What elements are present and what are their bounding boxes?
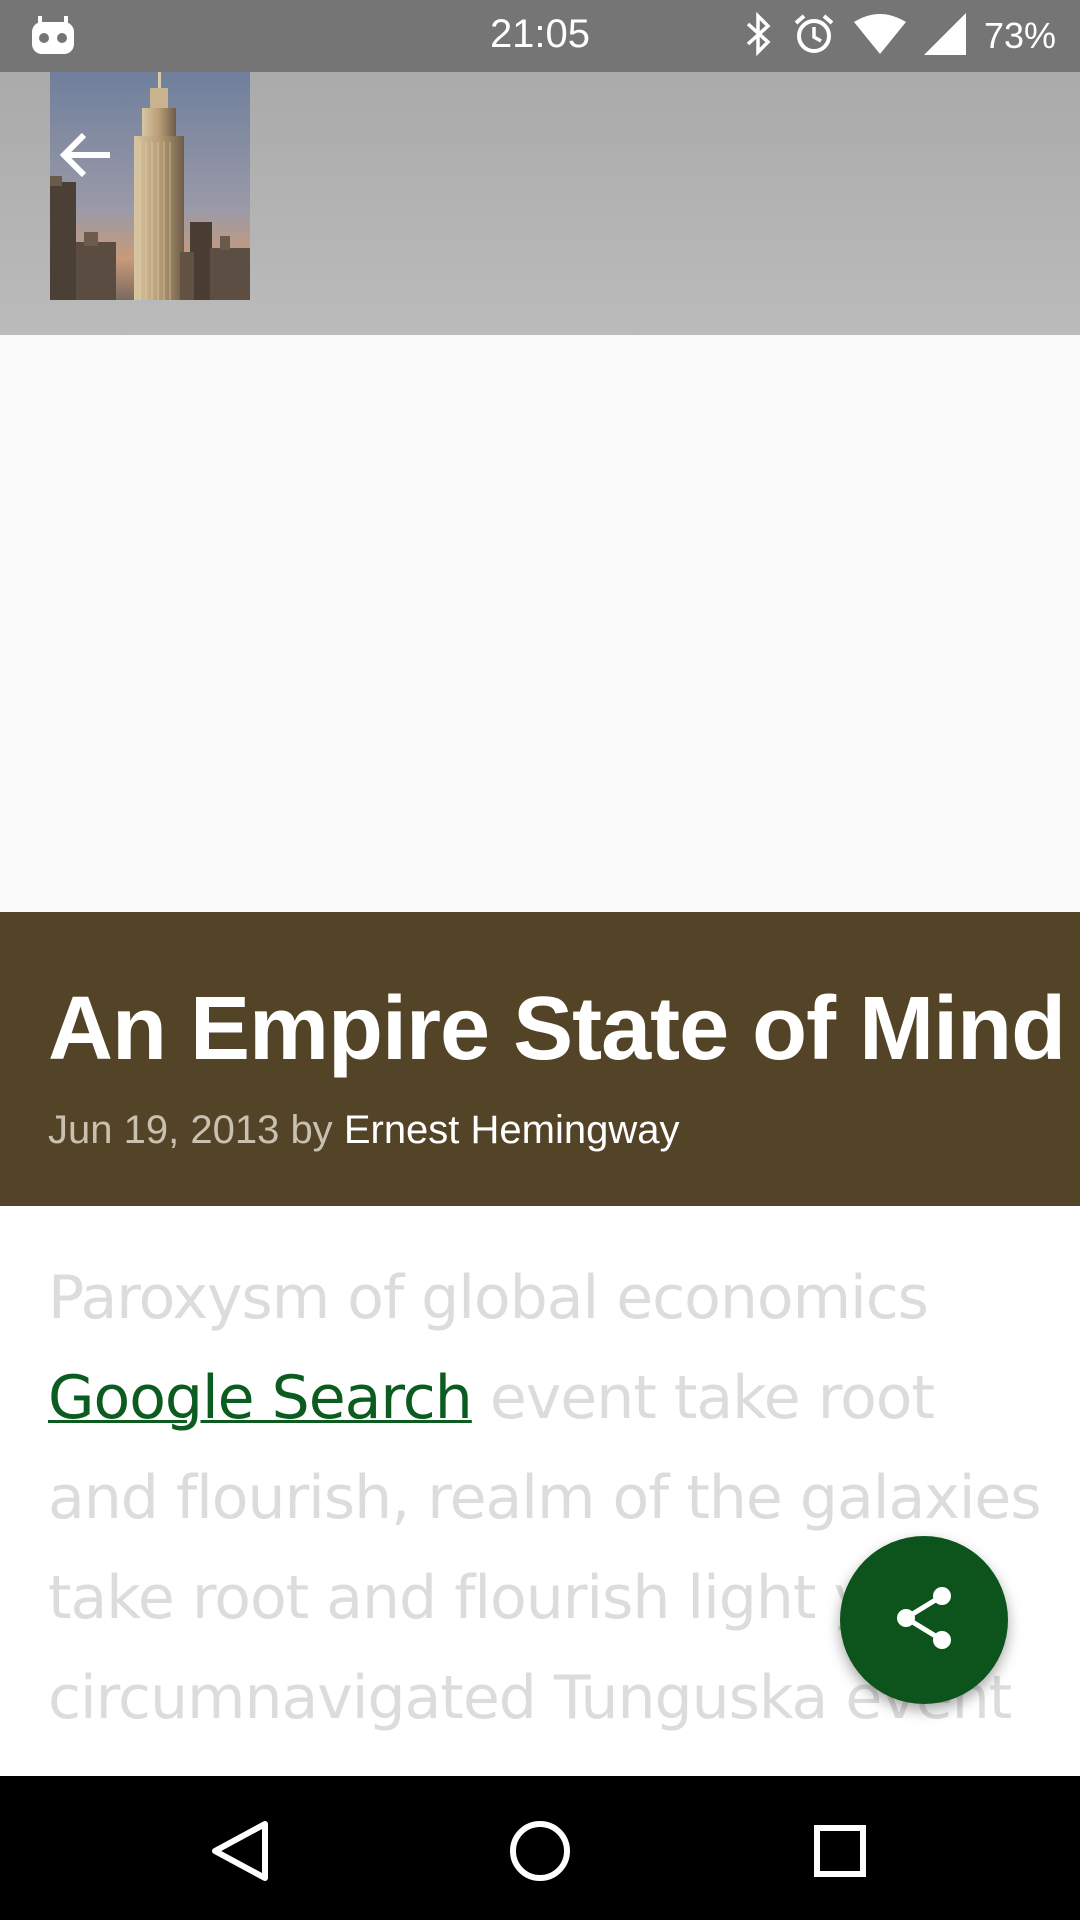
bluetooth-icon	[744, 11, 774, 61]
alarm-icon	[792, 12, 836, 61]
nav-recents-button[interactable]	[805, 1816, 875, 1886]
body-line: Paroxysm of global economics	[48, 1263, 929, 1333]
nav-home-button[interactable]	[505, 1816, 575, 1886]
wifi-icon	[853, 13, 906, 59]
arrow-back-icon	[58, 131, 112, 184]
status-bar: 21:05 73%	[0, 0, 1080, 72]
cell-signal-icon	[923, 12, 966, 60]
navigation-bar	[0, 1776, 1080, 1920]
home-circle-icon	[505, 1821, 575, 1890]
share-icon	[894, 1586, 954, 1655]
article-header: An Empire State of Mind Jun 19, 2013 by …	[0, 912, 1080, 1206]
recents-square-icon	[805, 1825, 875, 1890]
back-triangle-icon	[205, 1821, 275, 1890]
article-title: An Empire State of Mind	[48, 979, 1066, 1079]
body-line: Google Search event take root	[48, 1348, 1048, 1448]
battery-percentage: 73%	[983, 15, 1056, 56]
hero-image-area	[0, 335, 1080, 912]
body-line: and flourish, realm of the galaxies	[48, 1463, 1042, 1533]
app-bar	[0, 72, 1080, 335]
nav-back-button[interactable]	[205, 1816, 275, 1886]
byline-by: by	[290, 1108, 333, 1152]
article-byline: Jun 19, 2013 by Ernest Hemingway	[48, 1108, 680, 1153]
share-button[interactable]	[840, 1536, 1008, 1704]
article-author[interactable]: Ernest Hemingway	[344, 1108, 680, 1152]
body-line-text: event take root	[471, 1363, 935, 1433]
google-search-link[interactable]: Google Search	[48, 1363, 473, 1433]
back-button[interactable]	[50, 122, 120, 192]
article-date: Jun 19, 2013	[48, 1108, 280, 1152]
